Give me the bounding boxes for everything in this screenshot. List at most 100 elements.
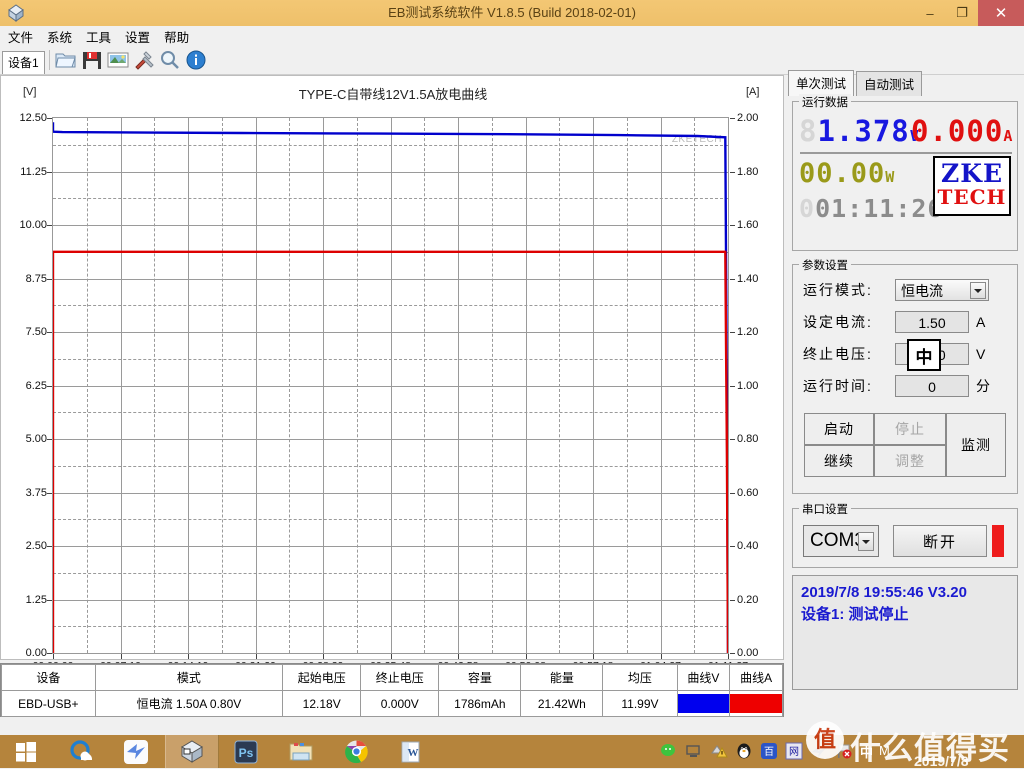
y-tick-label-left: 12.50 bbox=[19, 112, 47, 124]
run-data-group-label: 运行数据 bbox=[799, 94, 851, 110]
menu-item-tools[interactable]: 工具 bbox=[86, 27, 111, 46]
com-port-select[interactable]: COM3 bbox=[803, 525, 879, 557]
menu-item-file[interactable]: 文件 bbox=[8, 27, 33, 46]
site-watermark: 值 什么值得买 2019/7/8 bbox=[806, 721, 1024, 769]
y-tick-label-right: 0.00 bbox=[737, 647, 759, 659]
x-tick-mark bbox=[390, 654, 392, 659]
info-icon[interactable] bbox=[184, 48, 208, 72]
x-tick-mark bbox=[53, 654, 54, 659]
curve-current bbox=[53, 250, 728, 653]
x-tick-mark bbox=[255, 654, 257, 659]
device-tab-1[interactable]: 设备1 bbox=[2, 50, 45, 74]
set-current-value: 1.50 bbox=[918, 315, 946, 331]
th-curve-a: 曲线A bbox=[729, 664, 783, 691]
x-tick-mark bbox=[323, 654, 324, 659]
menu-item-system[interactable]: 系统 bbox=[47, 27, 72, 46]
cutoff-voltage-label: 终止电压: bbox=[803, 346, 873, 362]
window-controls: – ❐ ✕ bbox=[914, 0, 1024, 26]
minimize-button[interactable]: – bbox=[914, 0, 946, 26]
run-time-input[interactable]: 0 bbox=[895, 375, 969, 397]
run-time-unit: 分 bbox=[976, 378, 992, 394]
watermark-date: 2019/7/8 bbox=[914, 753, 969, 769]
com-port-chevron-down-icon[interactable] bbox=[858, 532, 874, 551]
start-button[interactable]: 启动 bbox=[804, 413, 874, 445]
photoshop-icon[interactable]: Ps bbox=[220, 735, 272, 768]
power-value: 00.00 bbox=[799, 158, 886, 189]
curve-voltage bbox=[53, 122, 728, 653]
disconnect-button[interactable]: 断开 bbox=[893, 525, 987, 557]
baidu-icon[interactable]: 百 bbox=[760, 742, 780, 762]
continue-button[interactable]: 继续 bbox=[804, 445, 874, 477]
tab-single-test[interactable]: 单次测试 bbox=[788, 70, 855, 96]
image-export-icon[interactable] bbox=[106, 48, 130, 72]
y-tick-label-left: 6.25 bbox=[25, 379, 47, 392]
menu-item-settings[interactable]: 设置 bbox=[125, 27, 150, 46]
table-row[interactable]: EBD-USB+ 恒电流 1.50A 0.80V 12.18V 0.000V 1… bbox=[1, 690, 783, 717]
td-start-voltage: 12.18V bbox=[282, 690, 362, 717]
th-curve-v: 曲线V bbox=[676, 664, 731, 691]
x-tick-mark bbox=[728, 654, 729, 659]
y-tick-label-right: 1.20 bbox=[737, 326, 759, 338]
y-tick-mark-right bbox=[730, 118, 735, 119]
wechat-icon[interactable] bbox=[660, 742, 680, 762]
taskbar: Ps W 百 网 中 M 值 什么值得买 2019/7/8 bbox=[0, 721, 1024, 769]
y-tick-label-left: 5.00 bbox=[25, 433, 47, 445]
y-tick-label-left: 0.00 bbox=[25, 647, 47, 659]
x-tick-mark bbox=[120, 654, 122, 659]
td-curve-v-swatch[interactable] bbox=[676, 690, 731, 717]
run-mode-label: 运行模式: bbox=[803, 282, 873, 298]
chevron-down-icon[interactable] bbox=[970, 282, 986, 299]
y-tick-label-right: 0.80 bbox=[737, 433, 759, 445]
run-time-label: 运行时间: bbox=[803, 378, 873, 394]
tools-icon[interactable] bbox=[132, 48, 156, 72]
windows-start-icon[interactable] bbox=[0, 735, 52, 768]
x-tick-mark bbox=[593, 654, 594, 659]
save-disk-icon[interactable] bbox=[80, 48, 104, 72]
com-port-value: COM3 bbox=[810, 530, 865, 551]
close-button[interactable]: ✕ bbox=[978, 0, 1024, 26]
open-folder-icon[interactable] bbox=[54, 48, 78, 72]
network-icon[interactable] bbox=[685, 742, 705, 762]
browser-icon[interactable] bbox=[55, 735, 107, 768]
table-header-row: 设备 模式 起始电压 终止电压 容量 能量 均压 曲线V 曲线A bbox=[1, 664, 783, 691]
run-mode-select[interactable]: 恒电流 bbox=[895, 279, 989, 301]
td-capacity: 1786mAh bbox=[438, 690, 522, 717]
y-tick-label-left: 8.75 bbox=[25, 272, 47, 285]
td-curve-a-swatch[interactable] bbox=[729, 690, 783, 717]
window-title: EB测试系统软件 V1.8.5 (Build 2018-02-01) bbox=[388, 5, 636, 20]
ime-indicator-overlay[interactable]: 中 bbox=[907, 339, 941, 371]
current-unit: A bbox=[1003, 127, 1014, 145]
search-icon[interactable] bbox=[158, 48, 182, 72]
monitor-button[interactable]: 监测 bbox=[946, 413, 1006, 477]
y-tick-mark-right bbox=[730, 439, 735, 440]
tab-auto-test[interactable]: 自动测试 bbox=[856, 71, 923, 96]
word-icon[interactable]: W bbox=[385, 735, 437, 768]
warning-icon[interactable] bbox=[710, 742, 730, 762]
menu-item-help[interactable]: 帮助 bbox=[164, 27, 189, 46]
serial-group-label: 串口设置 bbox=[799, 501, 851, 517]
th-capacity: 容量 bbox=[438, 664, 522, 691]
set-current-label: 设定电流: bbox=[803, 314, 873, 330]
x-tick-mark bbox=[458, 654, 459, 659]
chrome-icon[interactable] bbox=[330, 735, 382, 768]
th-avg-voltage: 均压 bbox=[602, 664, 678, 691]
maximize-button[interactable]: ❐ bbox=[946, 0, 978, 26]
voltage-readout: 81.378V bbox=[799, 114, 920, 148]
zke-tech-logo: ZKE TECH bbox=[933, 156, 1011, 216]
file-explorer-icon[interactable] bbox=[275, 735, 327, 768]
set-current-input[interactable]: 1.50 bbox=[895, 311, 969, 333]
td-mode: 恒电流 1.50A 0.80V bbox=[94, 690, 284, 717]
netease-icon[interactable]: 网 bbox=[785, 742, 805, 762]
log-line-2: 设备1: 测试停止 bbox=[801, 606, 909, 623]
eb-software-icon[interactable] bbox=[165, 735, 219, 768]
y-tick-label-right: 1.40 bbox=[737, 272, 759, 285]
td-end-voltage: 0.000V bbox=[360, 690, 440, 717]
curve-svg bbox=[53, 122, 728, 653]
status-log[interactable]: 2019/7/8 19:55:46 V3.20 设备1: 测试停止 bbox=[792, 575, 1018, 690]
td-avg-voltage: 11.99V bbox=[602, 690, 678, 717]
y-tick-mark-right bbox=[730, 278, 735, 280]
qq-icon[interactable] bbox=[735, 742, 755, 762]
bird-app-icon[interactable] bbox=[110, 735, 162, 768]
app-window: EB测试系统软件 V1.8.5 (Build 2018-02-01) – ❐ ✕… bbox=[0, 0, 1024, 769]
current-value: 0.000 bbox=[911, 114, 1004, 148]
